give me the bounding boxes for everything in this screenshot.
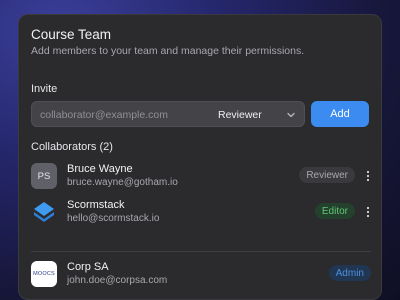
avatar: PS [31,163,57,189]
collaborator-row-bruce-wayne: PS Bruce Wayne bruce.wayne@gotham.io Rev… [31,161,371,193]
more-options-icon[interactable] [365,170,371,182]
collaborator-row-scormstack: Scormstack hello@scormstack.io Editor [31,197,371,229]
corp-logo-text: MOOCS [33,271,55,277]
chevron-down-icon [287,112,295,118]
member-name: Scormstack [67,199,125,211]
scormstack-logo-icon [31,199,57,225]
member-name: Bruce Wayne [67,163,133,175]
role-select[interactable]: Reviewer [212,102,306,128]
member-name: Corp SA [67,261,109,273]
email-field-container: Reviewer [31,101,305,127]
course-team-dialog: Course Team Add members to your team and… [18,14,382,300]
dialog-subtitle: Add members to your team and manage thei… [31,45,305,57]
dialog-title: Course Team [31,27,112,42]
collaborators-label: Collaborators (2) [31,141,113,153]
more-options-icon[interactable] [365,206,371,218]
member-email: john.doe@corpsa.com [67,275,168,286]
email-field[interactable] [40,106,210,124]
avatar: MOOCS [31,261,57,287]
role-select-value: Reviewer [218,109,262,121]
invite-row: Reviewer Add [31,101,371,127]
role-badge[interactable]: Editor [314,203,355,219]
role-badge[interactable]: Reviewer [299,167,355,183]
role-badge: Admin [328,265,371,281]
owner-row-corp-sa: MOOCS Corp SA john.doe@corpsa.com Admin [31,259,371,291]
member-email: bruce.wayne@gotham.io [67,177,178,188]
divider [31,251,371,252]
add-button[interactable]: Add [311,101,369,127]
member-email: hello@scormstack.io [67,213,160,224]
invite-label: Invite [31,83,58,95]
